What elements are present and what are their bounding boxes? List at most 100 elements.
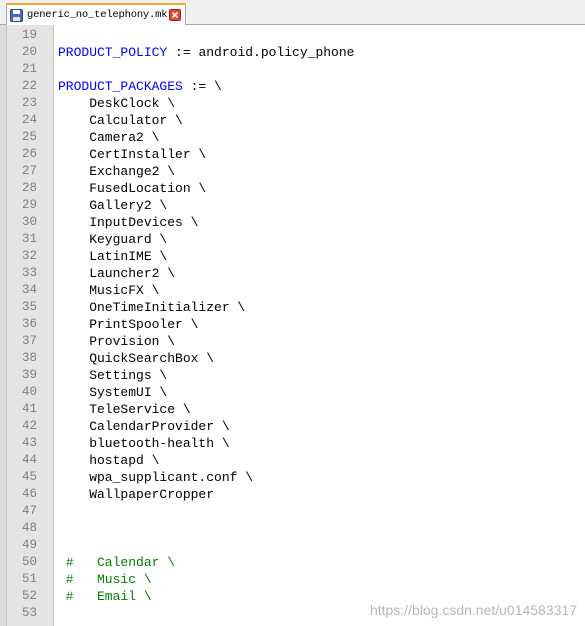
watermark: https://blog.csdn.net/u014583317 xyxy=(369,602,577,618)
code-line[interactable]: 31 Keyguard \ xyxy=(0,231,585,248)
line-code: Gallery2 \ xyxy=(58,197,167,214)
line-code: WallpaperCropper xyxy=(58,486,214,503)
comment-text: # Calendar \ xyxy=(58,555,176,570)
code-line[interactable]: 51 # Music \ xyxy=(0,571,585,588)
code-text: WallpaperCropper xyxy=(58,487,215,502)
code-line[interactable]: 35 OneTimeInitializer \ xyxy=(0,299,585,316)
code-text: Camera2 \ xyxy=(58,130,160,145)
line-code: # Calendar \ xyxy=(58,554,175,571)
line-number: 42 xyxy=(21,419,37,433)
line-number: 23 xyxy=(21,96,37,110)
line-code: MusicFX \ xyxy=(58,282,159,299)
assign-operator: := xyxy=(167,45,199,60)
code-text: FusedLocation \ xyxy=(58,181,207,196)
code-line[interactable]: 42 CalendarProvider \ xyxy=(0,418,585,435)
code-text: OneTimeInitializer \ xyxy=(58,300,246,315)
code-line[interactable]: 25 Camera2 \ xyxy=(0,129,585,146)
code-line[interactable]: 39 Settings \ xyxy=(0,367,585,384)
line-code: DeskClock \ xyxy=(58,95,175,112)
code-line[interactable]: 37 Provision \ xyxy=(0,333,585,350)
code-line[interactable]: 27 Exchange2 \ xyxy=(0,163,585,180)
line-number: 46 xyxy=(21,487,37,501)
code-line[interactable]: 40 SystemUI \ xyxy=(0,384,585,401)
line-number: 50 xyxy=(21,555,37,569)
code-line[interactable]: 47 xyxy=(0,503,585,520)
line-number: 28 xyxy=(21,181,37,195)
code-line[interactable]: 38 QuickSearchBox \ xyxy=(0,350,585,367)
code-line[interactable]: 22 PRODUCT_PACKAGES := \ xyxy=(0,78,585,95)
line-code: bluetooth-health \ xyxy=(58,435,229,452)
tab-filename: generic_no_telephony.mk xyxy=(27,9,168,21)
code-lines[interactable]: 19 20 PRODUCT_POLICY := android.policy_pho… xyxy=(0,27,585,622)
code-text: TeleService \ xyxy=(58,402,191,417)
line-number: 47 xyxy=(21,504,37,518)
line-code: PRODUCT_PACKAGES := \ xyxy=(58,78,222,95)
line-number: 22 xyxy=(21,79,37,93)
code-text: CalendarProvider \ xyxy=(58,419,230,434)
line-number: 53 xyxy=(21,606,37,620)
line-number: 45 xyxy=(21,470,37,484)
code-line[interactable]: 21 xyxy=(0,61,585,78)
code-text: Gallery2 \ xyxy=(58,198,168,213)
code-line[interactable]: 32 LatinIME \ xyxy=(0,248,585,265)
code-line[interactable]: 48 xyxy=(0,520,585,537)
code-text: hostapd \ xyxy=(58,453,160,468)
code-line[interactable]: 43 bluetooth-health \ xyxy=(0,435,585,452)
code-line[interactable]: 20 PRODUCT_POLICY := android.policy_phone xyxy=(0,44,585,61)
code-line[interactable]: 29 Gallery2 \ xyxy=(0,197,585,214)
code-line[interactable]: 19 xyxy=(0,27,585,44)
code-editor[interactable]: 19 20 PRODUCT_POLICY := android.policy_pho… xyxy=(0,25,585,626)
line-code: QuickSearchBox \ xyxy=(58,350,214,367)
code-line[interactable]: 34 MusicFX \ xyxy=(0,282,585,299)
code-text: Keyguard \ xyxy=(58,232,168,247)
line-number: 38 xyxy=(21,351,37,365)
comment-text: # Music \ xyxy=(58,572,152,587)
code-text: Settings \ xyxy=(58,368,168,383)
line-number: 27 xyxy=(21,164,37,178)
editor-window: generic_no_telephony.mk 19 20 PRODUCT_POLI… xyxy=(0,0,585,626)
code-line[interactable]: 33 Launcher2 \ xyxy=(0,265,585,282)
close-icon[interactable] xyxy=(169,9,182,21)
variable-name: PRODUCT_PACKAGES xyxy=(58,79,183,94)
line-code: TeleService \ xyxy=(58,401,191,418)
code-line[interactable]: 45 wpa_supplicant.conf \ xyxy=(0,469,585,486)
code-text: Exchange2 \ xyxy=(58,164,176,179)
line-code: Launcher2 \ xyxy=(58,265,175,282)
code-text: wpa_supplicant.conf \ xyxy=(58,470,254,485)
code-line[interactable]: 24 Calculator \ xyxy=(0,112,585,129)
line-code: InputDevices \ xyxy=(58,214,198,231)
line-number: 31 xyxy=(21,232,37,246)
code-line[interactable]: 28 FusedLocation \ xyxy=(0,180,585,197)
variable-value: android.policy_phone xyxy=(198,45,355,60)
line-number: 26 xyxy=(21,147,37,161)
line-code: wpa_supplicant.conf \ xyxy=(58,469,253,486)
tab-generic-no-telephony[interactable]: generic_no_telephony.mk xyxy=(6,3,186,25)
line-code: Exchange2 \ xyxy=(58,163,175,180)
code-text: MusicFX \ xyxy=(58,283,160,298)
code-text: Provision \ xyxy=(58,334,176,349)
code-line[interactable]: 26 CertInstaller \ xyxy=(0,146,585,163)
tab-bar: generic_no_telephony.mk xyxy=(0,0,585,25)
code-text: InputDevices \ xyxy=(58,215,199,230)
code-line[interactable]: 30 InputDevices \ xyxy=(0,214,585,231)
line-code: Provision \ xyxy=(58,333,175,350)
code-line[interactable]: 44 hostapd \ xyxy=(0,452,585,469)
line-number: 41 xyxy=(21,402,37,416)
line-code: Calculator \ xyxy=(58,112,183,129)
line-code: # Music \ xyxy=(58,571,152,588)
code-text: PrintSpooler \ xyxy=(58,317,199,332)
code-line[interactable]: 41 TeleService \ xyxy=(0,401,585,418)
line-code: # Email \ xyxy=(58,588,152,605)
line-number: 49 xyxy=(21,538,37,552)
code-line[interactable]: 23 DeskClock \ xyxy=(0,95,585,112)
code-line[interactable]: 49 xyxy=(0,537,585,554)
line-number: 24 xyxy=(21,113,37,127)
line-number: 51 xyxy=(21,572,37,586)
code-text: CertInstaller \ xyxy=(58,147,207,162)
code-line[interactable]: 50 # Calendar \ xyxy=(0,554,585,571)
code-line[interactable]: 36 PrintSpooler \ xyxy=(0,316,585,333)
code-line[interactable]: 46 WallpaperCropper xyxy=(0,486,585,503)
line-number: 34 xyxy=(21,283,37,297)
variable-value: \ xyxy=(214,79,222,94)
line-number: 20 xyxy=(21,45,37,59)
